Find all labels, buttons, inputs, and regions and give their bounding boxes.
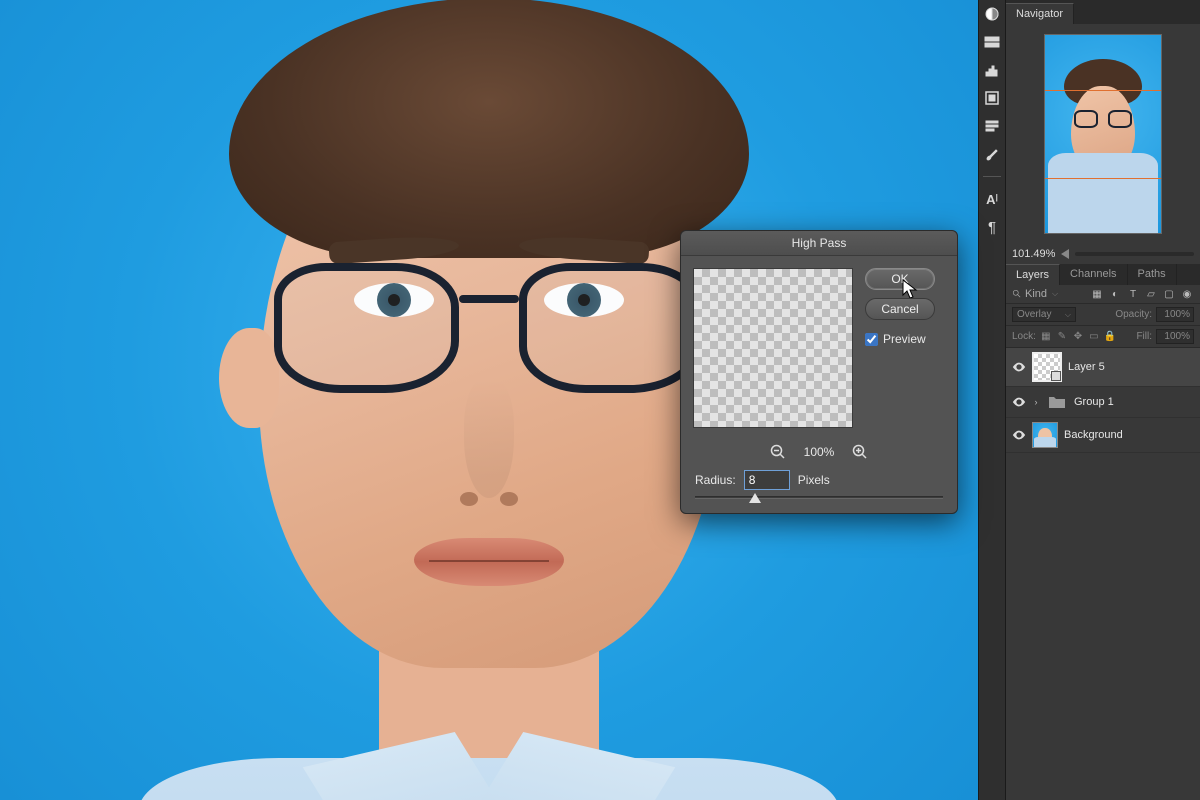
lock-position-icon[interactable]: ✥ (1072, 331, 1084, 343)
tab-layers[interactable]: Layers (1006, 264, 1060, 285)
dialog-title[interactable]: High Pass (681, 231, 957, 256)
smart-object-badge-icon (1051, 371, 1061, 381)
navigator-panel (1006, 24, 1200, 244)
radius-row: Radius: Pixels (681, 470, 957, 496)
opacity-label: Opacity: (1115, 309, 1152, 320)
character-panel-icon[interactable]: A| (982, 189, 1002, 209)
visibility-toggle-icon[interactable] (1012, 395, 1026, 409)
preview-zoom-controls: 100% (681, 440, 957, 470)
filter-smart-icon[interactable]: ▢ (1162, 288, 1176, 300)
folder-icon (1046, 391, 1068, 413)
navigator-zoom-slider[interactable] (1075, 252, 1194, 256)
visibility-toggle-icon[interactable] (1012, 428, 1026, 442)
lock-artboard-icon[interactable]: ▭ (1088, 331, 1100, 343)
lock-row: Lock: ▦ ✎ ✥ ▭ 🔒 Fill: 100% (1006, 326, 1200, 348)
layer-filter-kind[interactable]: Kind⌵ (1012, 288, 1058, 300)
ok-button[interactable]: OK (865, 268, 935, 290)
fill-value[interactable]: 100% (1156, 329, 1194, 344)
paragraph-panel-icon[interactable]: ¶ (982, 217, 1002, 237)
navigator-thumbnail[interactable] (1044, 34, 1162, 234)
navigator-zoom-row: 101.49% (1006, 244, 1200, 264)
blend-mode-row: Overlay Opacity: 100% (1006, 304, 1200, 326)
layer-name-label[interactable]: Layer 5 (1068, 361, 1105, 373)
radius-slider-handle[interactable] (749, 493, 761, 503)
navigator-guide-line (1045, 178, 1161, 179)
styles-panel-icon[interactable] (982, 88, 1002, 108)
fill-label: Fill: (1136, 331, 1152, 342)
lock-pixels-icon[interactable]: ✎ (1056, 331, 1068, 343)
navigator-guide-line (1045, 90, 1161, 91)
tab-paths[interactable]: Paths (1128, 264, 1177, 285)
layers-tab-row: Layers Channels Paths (1006, 264, 1200, 285)
high-pass-dialog[interactable]: High Pass OK Cancel Preview 100% Radius:… (680, 230, 958, 514)
radius-unit-label: Pixels (798, 473, 830, 487)
cancel-button[interactable]: Cancel (865, 298, 935, 320)
zoom-in-icon[interactable] (852, 444, 868, 460)
blend-mode-select[interactable]: Overlay (1012, 307, 1076, 322)
layer-filter-row: Kind⌵ ▦ ◐ T ▱ ▢ ◉ (1006, 285, 1200, 304)
preview-checkbox-row[interactable]: Preview (865, 332, 935, 346)
layer-row-background[interactable]: Background (1006, 418, 1200, 453)
radius-input[interactable] (744, 470, 790, 490)
tab-channels[interactable]: Channels (1060, 264, 1127, 285)
radius-slider-row (681, 496, 957, 513)
opacity-value[interactable]: 100% (1156, 307, 1194, 322)
radius-slider[interactable] (695, 496, 943, 499)
brushes-panel-icon[interactable] (982, 144, 1002, 164)
color-panel-icon[interactable] (982, 4, 1002, 24)
visibility-toggle-icon[interactable] (1012, 360, 1026, 374)
filter-pixel-icon[interactable]: ▦ (1090, 288, 1104, 300)
layer-name-label[interactable]: Background (1064, 429, 1123, 441)
zoom-out-icon[interactable] (770, 444, 786, 460)
preview-zoom-value: 100% (804, 445, 835, 459)
lock-label: Lock: (1012, 331, 1036, 342)
lock-all-icon[interactable]: 🔒 (1104, 331, 1116, 343)
layer-list: Layer 5 › Group 1 Background (1006, 348, 1200, 453)
properties-panel-icon[interactable] (982, 116, 1002, 136)
right-panel-column: Navigator 101.49% Layers Channels Paths … (1006, 0, 1200, 800)
preview-checkbox-label: Preview (883, 332, 926, 346)
navigator-zoom-value: 101.49% (1012, 248, 1055, 260)
preview-checkbox[interactable] (865, 333, 878, 346)
layer-row-group1[interactable]: › Group 1 (1006, 387, 1200, 418)
navigator-tab-row: Navigator (1006, 0, 1200, 24)
radius-label: Radius: (695, 473, 736, 487)
layer-thumbnail[interactable] (1032, 422, 1058, 448)
layer-name-label[interactable]: Group 1 (1074, 396, 1114, 408)
lock-transparent-icon[interactable]: ▦ (1040, 331, 1052, 343)
adjustments-panel-icon[interactable] (982, 60, 1002, 80)
layer-row-layer5[interactable]: Layer 5 (1006, 348, 1200, 387)
zoom-out-icon[interactable] (1061, 249, 1069, 259)
tab-navigator[interactable]: Navigator (1006, 3, 1074, 24)
layer-thumbnail[interactable] (1032, 352, 1062, 382)
filter-shape-icon[interactable]: ▱ (1144, 288, 1158, 300)
filter-type-icon[interactable]: T (1126, 288, 1140, 300)
group-disclosure-icon[interactable]: › (1032, 397, 1040, 407)
swatches-panel-icon[interactable] (982, 32, 1002, 52)
collapsed-panel-strip: A| ¶ (978, 0, 1006, 800)
filter-toggle-icon[interactable]: ◉ (1180, 288, 1194, 300)
filter-preview-box[interactable] (693, 268, 853, 428)
filter-adjustment-icon[interactable]: ◐ (1108, 288, 1122, 300)
portrait-illustration (259, 68, 719, 668)
